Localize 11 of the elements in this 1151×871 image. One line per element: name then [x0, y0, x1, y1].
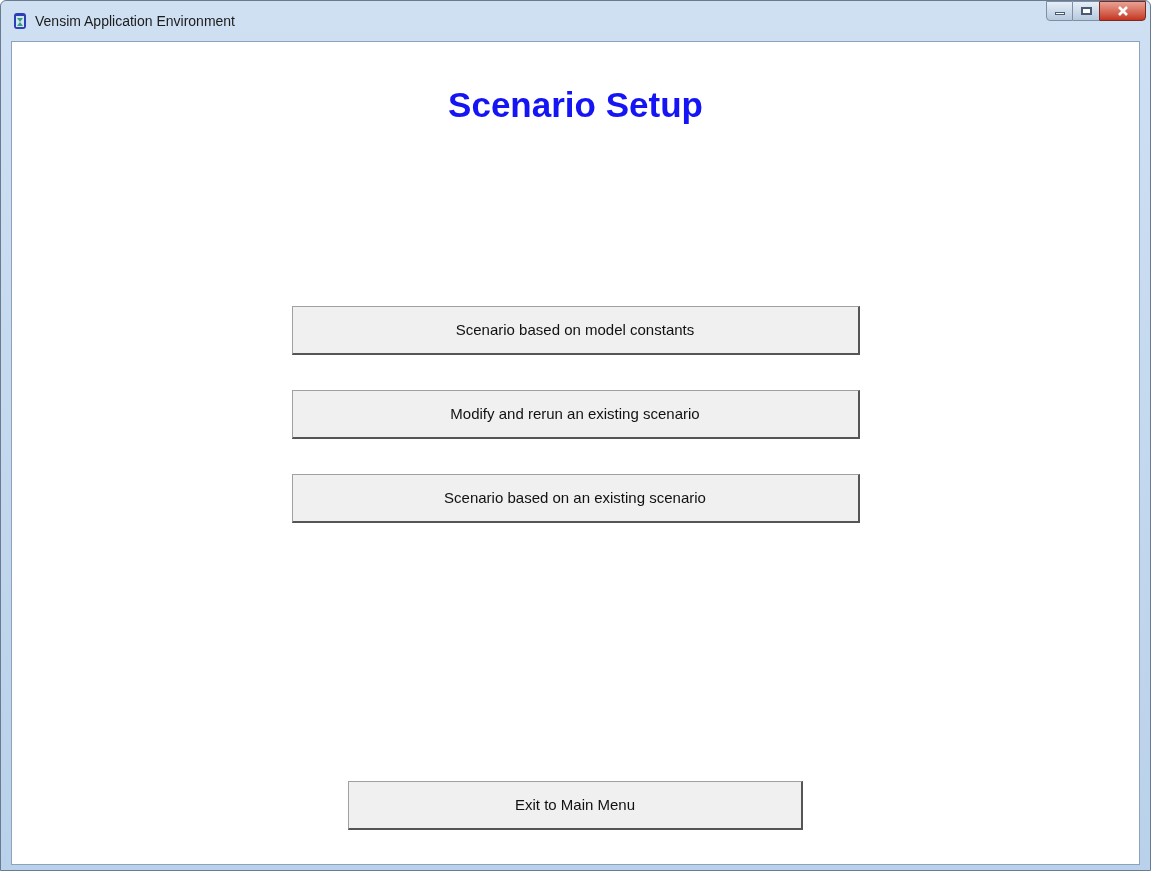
exit-button[interactable]: Exit to Main Menu — [348, 781, 803, 830]
maximize-button[interactable] — [1073, 1, 1099, 21]
page-heading: Scenario Setup — [448, 84, 703, 126]
minimize-button[interactable] — [1046, 1, 1073, 21]
window-title: Vensim Application Environment — [35, 11, 235, 31]
scenario-option-button[interactable]: Scenario based on model constants — [291, 306, 860, 355]
close-icon — [1116, 6, 1129, 16]
app-icon — [13, 12, 27, 30]
close-button[interactable] — [1099, 1, 1146, 21]
scenario-option-button[interactable]: Modify and rerun an existing scenario — [291, 390, 860, 439]
scenario-option-button[interactable]: Scenario based on an existing scenario — [291, 474, 860, 523]
